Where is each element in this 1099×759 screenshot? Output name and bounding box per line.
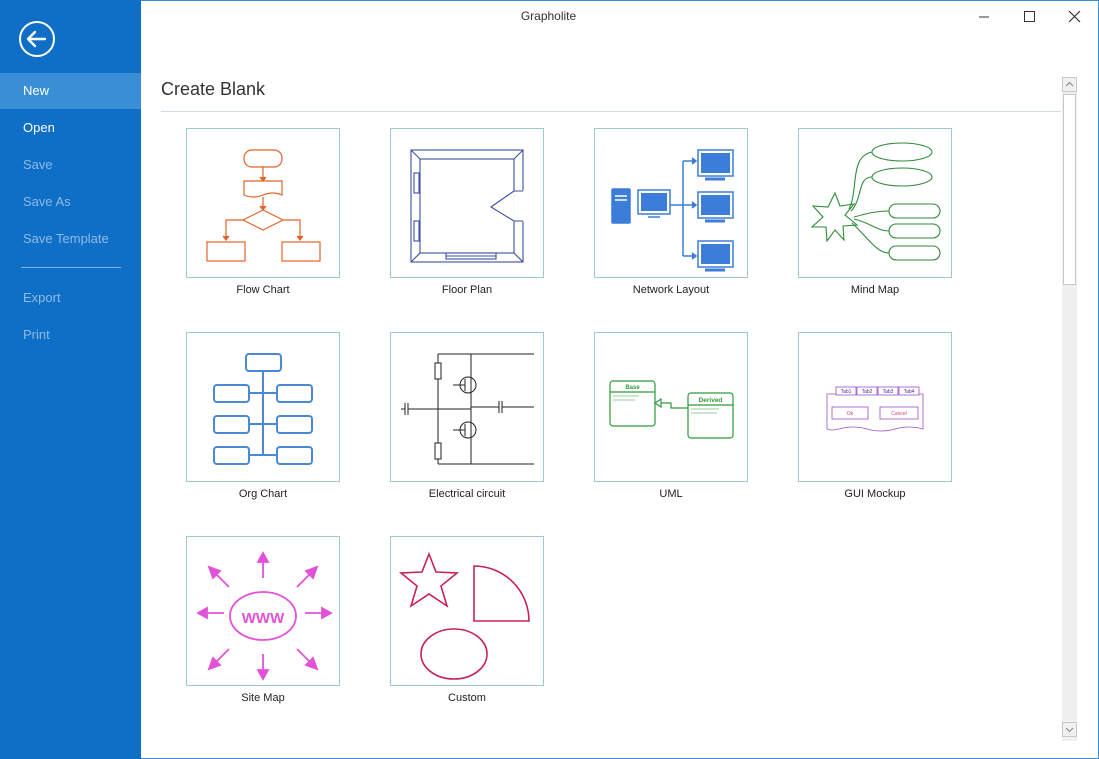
gui-mockup-icon: Tab1 Tab2 Tab3 Tab4 Ok Cancel [826,386,924,432]
gui-tab3-label: Tab3 [883,389,894,395]
site-map-center-label: WWW [242,610,285,627]
gui-tab4-label: Tab4 [904,389,915,395]
template-thumbnail [390,332,544,482]
template-label: Site Map [241,692,285,704]
minimize-icon [979,16,989,18]
template-flow-chart[interactable]: Flow Chart [186,128,340,296]
close-icon [1068,10,1081,23]
close-button[interactable] [1052,4,1096,30]
template-site-map[interactable]: WWW Site Map [186,536,340,704]
menu-item-new[interactable]: New [0,73,141,109]
back-arrow-icon [19,21,55,57]
scroll-down-button[interactable] [1062,722,1077,737]
electrical-circuit-icon [401,353,534,465]
menu-item-print[interactable]: Print [0,317,141,353]
template-thumbnail: WWW [186,536,340,686]
scroll-up-icon [1065,81,1074,87]
template-label: Custom [448,692,486,704]
template-label: Network Layout [632,284,710,296]
template-thumbnail [594,128,748,278]
minimize-button[interactable] [962,4,1006,30]
org-chart-icon [213,353,313,465]
template-floor-plan[interactable]: Floor Plan [390,128,544,296]
template-thumbnail [390,128,544,278]
maximize-icon [1024,11,1035,22]
template-label: Org Chart [238,488,288,500]
section-title: Create Blank [161,79,266,99]
template-org-chart[interactable]: Org Chart [186,332,340,500]
template-thumbnail [390,536,544,686]
template-thumbnail: Base Derived [594,332,748,482]
window-border-top [141,0,1099,1]
sidebar: New Open Save Save As Save Template Expo… [0,0,141,759]
gui-tab1-label: Tab1 [841,389,852,395]
menu-divider [21,267,121,268]
window-title: Grapholite [520,9,577,23]
uml-icon: Base Derived [609,380,734,439]
template-label: Electrical circuit [428,488,506,500]
gui-tab2-label: Tab2 [862,389,873,395]
menu-item-open[interactable]: Open [0,110,141,146]
template-thumbnail: Tab1 Tab2 Tab3 Tab4 Ok Cancel [798,332,952,482]
gui-cancel-label: Cancel [891,411,907,417]
uml-base-label: Base [625,385,640,391]
template-label: Flow Chart [236,284,290,296]
template-network-layout[interactable]: Network Layout [594,128,748,296]
template-gui-mockup[interactable]: Tab1 Tab2 Tab3 Tab4 Ok Cancel GUI Mockup [798,332,952,500]
template-electrical-circuit[interactable]: Electrical circuit [390,332,544,500]
scroll-up-button[interactable] [1062,77,1077,92]
template-label: GUI Mockup [844,488,906,500]
template-label: UML [659,488,683,500]
template-uml[interactable]: Base Derived UML [594,332,748,500]
menu-item-save-template[interactable]: Save Template [0,221,141,257]
template-mind-map[interactable]: Mind Map [798,128,952,296]
uml-derived-label: Derived [699,397,723,404]
gui-ok-label: Ok [847,411,854,417]
maximize-button[interactable] [1007,4,1051,30]
template-label: Mind Map [850,284,900,296]
scrollbar-thumb[interactable] [1063,94,1076,285]
section-divider [161,111,1061,112]
back-button[interactable] [18,20,56,58]
flow-chart-icon [206,149,321,262]
template-custom[interactable]: Custom [390,536,544,704]
menu-item-export[interactable]: Export [0,280,141,316]
floor-plan-icon [410,149,525,263]
scroll-down-icon [1065,727,1074,733]
template-label: Floor Plan [441,284,493,296]
template-thumbnail [186,332,340,482]
template-thumbnail [186,128,340,278]
template-thumbnail [798,128,952,278]
mind-map-icon [810,142,941,261]
network-layout-icon [611,149,734,272]
menu-item-save-as[interactable]: Save As [0,184,141,220]
custom-shapes-icon [398,551,530,680]
site-map-icon: WWW [196,551,333,681]
menu-item-save[interactable]: Save [0,147,141,183]
